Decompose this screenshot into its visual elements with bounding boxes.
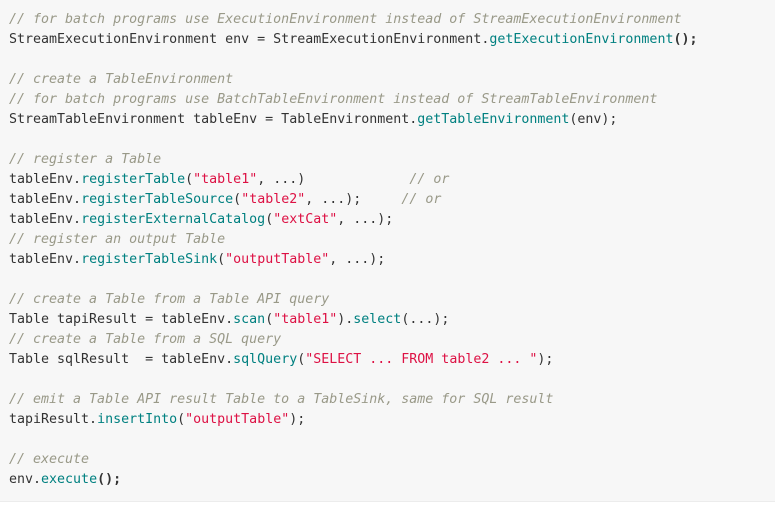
code-method: registerTableSource	[81, 192, 234, 207]
code-line: Table tapiResult = tableEnv.scan("table1…	[9, 310, 775, 330]
code-line: env.execute();	[9, 470, 775, 490]
code-method: registerTable	[81, 172, 186, 187]
code-text: env.	[9, 472, 42, 487]
code-text: tableEnv.	[9, 192, 82, 207]
code-text: );	[537, 352, 554, 367]
code-line: // emit a Table API result Table to a Ta…	[9, 390, 775, 410]
code-string: "outputTable"	[185, 412, 290, 427]
code-line: // execute	[9, 450, 775, 470]
code-text: ();	[97, 472, 122, 487]
code-string: "table1"	[273, 312, 338, 327]
code-line: // for batch programs use BatchTableEnvi…	[9, 90, 775, 110]
code-text: ();	[673, 32, 698, 47]
code-method: registerTableSink	[81, 252, 218, 267]
code-line: tapiResult.insertInto("outputTable");	[9, 410, 775, 430]
code-text: (	[265, 312, 274, 327]
code-text: );	[289, 412, 306, 427]
code-comment: // create a Table from a Table API query	[9, 292, 330, 307]
code-text: tableEnv.	[9, 172, 82, 187]
code-method: registerExternalCatalog	[81, 212, 266, 227]
code-text: StreamExecutionEnvironment env = StreamE…	[9, 32, 490, 47]
code-text: , ...);	[305, 192, 402, 207]
code-method: select	[353, 312, 402, 327]
code-comment: // execute	[9, 452, 90, 467]
code-comment: // create a TableEnvironment	[9, 72, 234, 87]
code-line: StreamExecutionEnvironment env = StreamE…	[9, 30, 775, 50]
code-string: "table2"	[241, 192, 306, 207]
code-comment: // for batch programs use BatchTableEnvi…	[9, 92, 658, 107]
code-string: "SELECT ... FROM table2 ... "	[305, 352, 538, 367]
code-line: tableEnv.registerTable("table1", ...) //…	[9, 170, 775, 190]
code-text: , ...)	[257, 172, 410, 187]
code-comment: // register a Table	[9, 152, 162, 167]
code-method: scan	[233, 312, 266, 327]
code-line: // register an output Table	[9, 230, 775, 250]
code-line: // create a Table from a Table API query	[9, 290, 775, 310]
code-comment: // for batch programs use ExecutionEnvir…	[9, 12, 682, 27]
code-text: (	[217, 252, 226, 267]
code-text: (...);	[401, 312, 450, 327]
code-text: (	[177, 412, 186, 427]
code-text: ).	[337, 312, 354, 327]
code-text: , ...);	[329, 252, 386, 267]
code-comment: // emit a Table API result Table to a Ta…	[9, 392, 554, 407]
code-method: execute	[41, 472, 98, 487]
code-comment: // or	[409, 172, 450, 187]
code-line: Table sqlResult = tableEnv.sqlQuery("SEL…	[9, 350, 775, 370]
code-line: tableEnv.registerTableSink("outputTable"…	[9, 250, 775, 270]
code-comment: // create a Table from a SQL query	[9, 332, 282, 347]
code-text: tableEnv.	[9, 252, 82, 267]
code-text: (	[233, 192, 242, 207]
code-comment: // or	[401, 192, 442, 207]
code-method: insertInto	[97, 412, 178, 427]
code-line: // create a TableEnvironment	[9, 70, 775, 90]
code-block: // for batch programs use ExecutionEnvir…	[0, 0, 775, 502]
code-line: tableEnv.registerTableSource("table2", .…	[9, 190, 775, 210]
code-text: , ...);	[337, 212, 394, 227]
code-line: // create a Table from a SQL query	[9, 330, 775, 350]
code-text: (env);	[569, 112, 618, 127]
code-method: getExecutionEnvironment	[489, 32, 674, 47]
code-text: tapiResult.	[9, 412, 98, 427]
code-text: Table tapiResult = tableEnv.	[9, 312, 234, 327]
code-line: tableEnv.registerExternalCatalog("extCat…	[9, 210, 775, 230]
code-text: Table sqlResult = tableEnv.	[9, 352, 234, 367]
code-line: StreamTableEnvironment tableEnv = TableE…	[9, 110, 775, 130]
code-comment: // register an output Table	[9, 232, 226, 247]
code-string: "table1"	[193, 172, 258, 187]
code-text: StreamTableEnvironment tableEnv = TableE…	[9, 112, 418, 127]
code-text: (	[265, 212, 274, 227]
code-line: // for batch programs use ExecutionEnvir…	[9, 10, 775, 30]
code-text: tableEnv.	[9, 212, 82, 227]
code-string: "extCat"	[273, 212, 338, 227]
code-line: // register a Table	[9, 150, 775, 170]
code-method: getTableEnvironment	[417, 112, 570, 127]
code-method: sqlQuery	[233, 352, 298, 367]
code-text: (	[185, 172, 194, 187]
code-string: "outputTable"	[225, 252, 330, 267]
